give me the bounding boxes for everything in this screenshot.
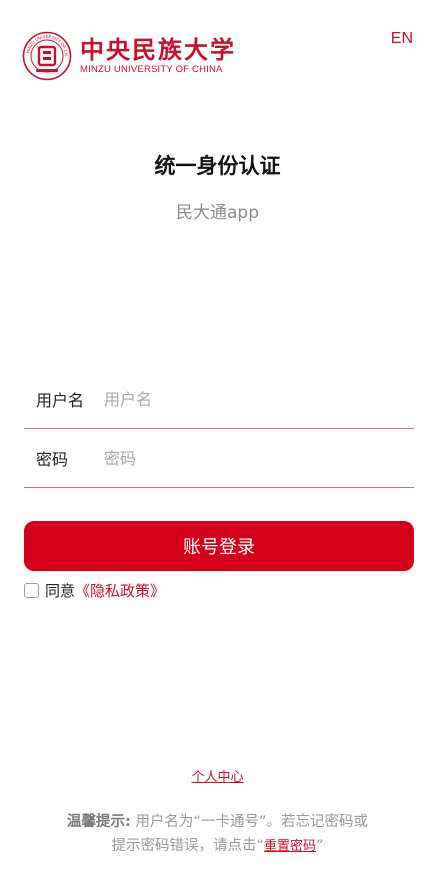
personal-center: 个人中心: [0, 766, 435, 785]
password-label: 密码: [36, 450, 69, 469]
password-row: 密码: [24, 429, 414, 488]
tip-label: 温馨提示:: [67, 814, 131, 830]
personal-center-link[interactable]: 个人中心: [191, 770, 243, 785]
logo-chinese-name: 中央民族大学: [80, 35, 236, 64]
tip-line2-end: ”: [316, 838, 324, 854]
tip-line-2: 提示密码错误，请点击“重置密码”: [0, 834, 435, 859]
header: MINZU UNIVERSITY OF CHINA 中央民族大学 MINZU U…: [0, 0, 435, 100]
agree-label: 同意: [45, 582, 76, 600]
reset-password-link[interactable]: 重置密码: [264, 839, 316, 854]
page-title: 统一身份认证: [154, 154, 281, 178]
page-subtitle: 民大通app: [176, 203, 259, 223]
privacy-agreement: 同意 《隐私政策》: [24, 580, 165, 601]
tip-line2-text: 提示密码错误，请点击“: [111, 838, 264, 854]
tip-line1-text: 用户名为“一卡通号”。若忘记密码或: [135, 814, 368, 830]
university-logo: MINZU UNIVERSITY OF CHINA 中央民族大学 MINZU U…: [22, 31, 236, 81]
privacy-policy-link[interactable]: 《隐私政策》: [75, 580, 165, 601]
language-switch[interactable]: EN: [391, 30, 413, 48]
tip-line-1: 温馨提示: 用户名为“一卡通号”。若忘记密码或: [0, 810, 435, 834]
username-label: 用户名: [36, 391, 85, 410]
university-seal-icon: MINZU UNIVERSITY OF CHINA: [22, 31, 72, 81]
agree-checkbox[interactable]: [24, 583, 39, 598]
logo-english-name: MINZU UNIVERSITY OF CHINA: [80, 64, 223, 75]
tip-text: 温馨提示: 用户名为“一卡通号”。若忘记密码或 提示密码错误，请点击“重置密码”: [0, 810, 435, 859]
username-input[interactable]: [102, 388, 386, 410]
password-input[interactable]: [102, 447, 386, 469]
login-button[interactable]: 账号登录: [24, 521, 414, 571]
username-row: 用户名: [24, 370, 414, 429]
